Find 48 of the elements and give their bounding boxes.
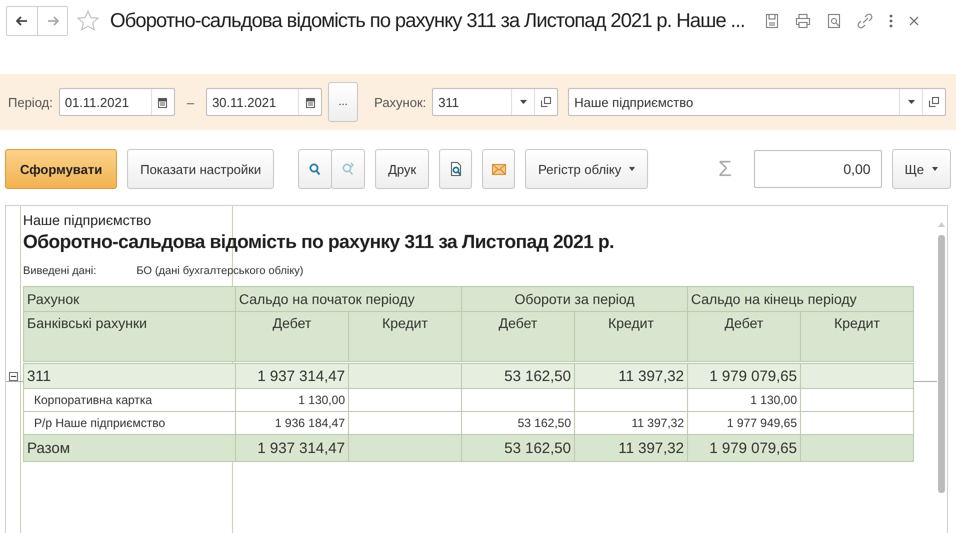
amount-cell: 1 937 314,47 (236, 364, 348, 388)
account-cell: Р/р Наше підприємство (24, 412, 236, 434)
header-cell: Кредит (348, 312, 462, 362)
output-label: Виведені дані: (23, 265, 96, 277)
header-cell: Банківські рахунки (24, 312, 236, 362)
date-from-field[interactable]: 01.11.2021 (58, 88, 175, 116)
header-cell: Обороти за період (462, 286, 688, 312)
header-cell: Дебет (688, 312, 800, 362)
amount-cell: 1 979 079,65 (688, 364, 800, 388)
period-select-button[interactable]: ... (328, 82, 358, 122)
header-cell: Дебет (236, 312, 348, 362)
sum-icon: Σ (718, 156, 732, 182)
amount-cell: 1 130,00 (236, 388, 348, 412)
account-field[interactable]: 311 (432, 88, 558, 116)
amount-cell: 11 397,32 (574, 412, 688, 434)
sum-field: 0,00 (754, 150, 882, 188)
header-cell: Сальдо на початок періоду (236, 286, 462, 312)
account-cell: Разом (24, 434, 236, 462)
print-button[interactable]: Друк (375, 149, 430, 189)
range-separator: – (186, 94, 194, 110)
header-cell: Сальдо на кінець періоду (688, 286, 914, 312)
date-to-field[interactable]: 30.11.2021 (206, 88, 322, 116)
amount-cell: 11 397,32 (574, 364, 688, 388)
amount-cell: 11 397,32 (574, 434, 688, 462)
organization-field[interactable]: Наше підприємство (568, 88, 946, 116)
window-title: Оборотно-сальдова відомість по рахунку 311 за Листопад 2021 р. Наше ... (110, 10, 745, 32)
account-cell: Корпоративна картка (24, 388, 236, 412)
amount-cell: 53 162,50 (462, 364, 574, 388)
report-title: Оборотно-сальдова відомість по рахунку 311 за Листопад 2021 р. (23, 232, 614, 255)
amount-cell: 1 936 184,47 (236, 412, 348, 434)
header-cell: Рахунок (24, 286, 236, 312)
show-settings-button[interactable]: Показати настройки (127, 149, 274, 189)
output-value: БО (дані бухгалтерського обліку) (136, 265, 304, 277)
amount-cell: 1 130,00 (688, 388, 800, 412)
amount-cell: 1 977 949,65 (688, 412, 800, 434)
organization-name: Наше підприємство (23, 212, 152, 230)
header-cell: Кредит (800, 312, 914, 362)
more-button[interactable]: Ще (892, 149, 952, 189)
account-label: Рахунок: (374, 94, 426, 110)
register-dropdown-button[interactable]: Регістр обліку (525, 149, 648, 189)
header-cell: Дебет (462, 312, 574, 362)
amount-cell: 53 162,50 (462, 434, 574, 462)
amount-cell: 1 979 079,65 (688, 434, 800, 462)
amount-cell: 53 162,50 (462, 412, 574, 434)
header-cell: Кредит (574, 312, 688, 362)
generate-button[interactable]: Сформувати (5, 149, 118, 189)
period-label: Період: (8, 94, 53, 110)
amount-cell: 1 937 314,47 (236, 434, 348, 462)
